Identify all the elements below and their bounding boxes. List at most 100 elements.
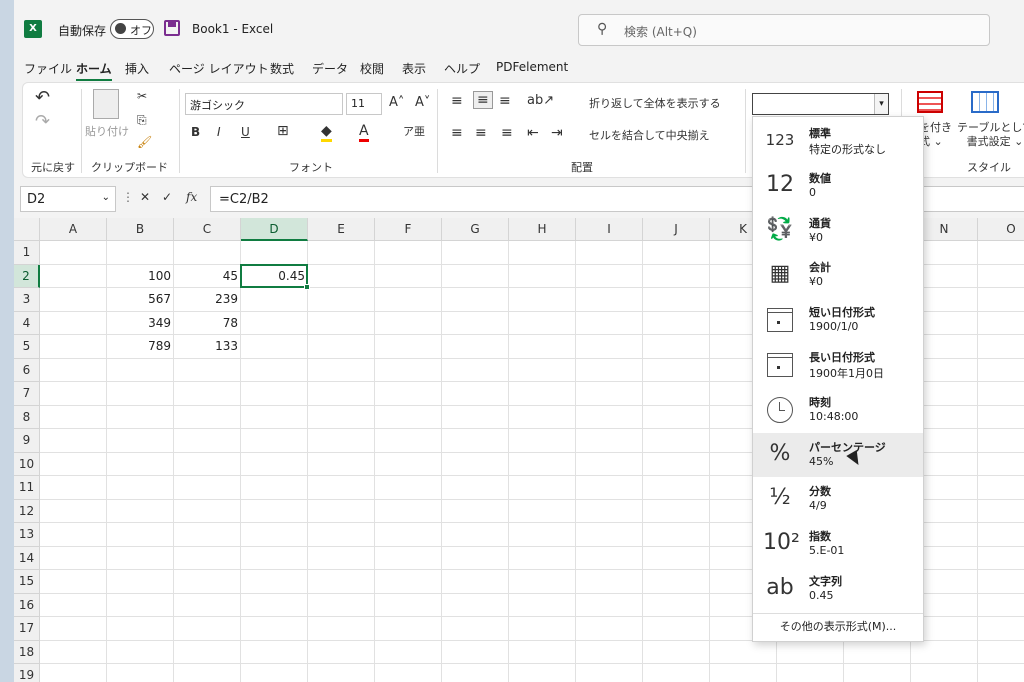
font-shrink-icon[interactable]: A˅ [415,95,430,110]
tab-home[interactable]: ホーム [76,60,112,81]
row-header-1[interactable]: 1 [14,241,40,265]
format-item-currency[interactable]: 💱 通貨 ¥0 [753,209,923,253]
column-header-a[interactable]: A [40,218,107,241]
format-painter-icon[interactable]: 🖌 [137,135,152,149]
column-header-j[interactable]: J [643,218,710,241]
format-item-time[interactable]: 時刻 10:48:00 [753,388,923,432]
chevron-down-icon[interactable]: ▾ [874,94,888,114]
tab-view[interactable]: 表示 [402,60,426,77]
row-header-2[interactable]: 2 [14,264,40,288]
tab-insert[interactable]: 挿入 [125,60,149,77]
format-item-general[interactable]: 123 標準 特定の形式なし [753,119,923,163]
row-header-16[interactable]: 16 [14,593,40,617]
row-header-10[interactable]: 10 [14,452,40,476]
tab-review[interactable]: 校閲 [360,60,384,77]
column-header-b[interactable]: B [107,218,174,241]
format-item-accounting[interactable]: ▦ 会計 ¥0 [753,253,923,297]
paste-icon[interactable] [93,89,119,119]
increase-indent-icon[interactable]: ⇥ [551,125,563,141]
enter-icon[interactable]: ✓ [162,190,172,204]
row-header-4[interactable]: 4 [14,311,40,335]
align-top-icon[interactable]: ≡ [451,93,463,109]
font-grow-icon[interactable]: A˄ [389,95,404,110]
autosave-toggle[interactable]: オフ [110,19,154,39]
format-item-percent[interactable]: % パーセンテージ 45% [753,432,923,477]
fill-color-icon[interactable]: ◆ [321,123,332,142]
row-header-14[interactable]: 14 [14,546,40,570]
cell-c3[interactable]: 239 [174,288,241,311]
cell-c4[interactable]: 78 [174,312,241,335]
row-header-5[interactable]: 5 [14,335,40,359]
orientation-icon[interactable]: ab↗ [527,93,554,108]
table-format-label[interactable]: テーブルとして 書式設定 ⌄ [957,121,1024,149]
wrap-text-button[interactable]: 折り返して全体を表示する [589,95,721,111]
tab-data[interactable]: データ [312,60,348,77]
align-center-icon[interactable]: ≡ [475,125,487,141]
border-icon[interactable]: ⊞ [277,123,289,139]
table-format-icon[interactable] [971,91,999,113]
column-header-h[interactable]: H [509,218,576,241]
bold-button[interactable]: B [191,125,200,139]
column-header-g[interactable]: G [442,218,509,241]
insert-function-button[interactable]: fx [186,190,197,204]
undo-icon[interactable]: ↶ [35,87,50,108]
row-header-6[interactable]: 6 [14,358,40,382]
cell-b4[interactable]: 349 [107,312,174,335]
row-header-17[interactable]: 17 [14,617,40,641]
align-bottom-icon[interactable]: ≡ [499,93,511,109]
align-right-icon[interactable]: ≡ [501,125,513,141]
tab-formulas[interactable]: 数式 [270,60,294,77]
row-header-11[interactable]: 11 [14,476,40,500]
format-item-number[interactable]: 12 数値 0 [753,164,923,208]
select-all-corner[interactable] [14,218,40,241]
tab-page-layout[interactable]: ページ レイアウト [169,60,269,77]
row-header-18[interactable]: 18 [14,640,40,664]
row-header-15[interactable]: 15 [14,570,40,594]
underline-button[interactable]: U [241,125,250,139]
search-input[interactable]: ⚲ 検索 (Alt+Q) [578,14,990,46]
cut-icon[interactable]: ✂ [137,89,147,103]
row-header-19[interactable]: 19 [14,664,40,682]
row-header-3[interactable]: 3 [14,288,40,312]
column-header-c[interactable]: C [174,218,241,241]
row-header-12[interactable]: 12 [14,499,40,523]
save-icon[interactable] [164,20,180,36]
row-header-13[interactable]: 13 [14,523,40,547]
column-header-i[interactable]: I [576,218,643,241]
phonetic-icon[interactable]: ア亜 [403,123,425,139]
merge-center-button[interactable]: セルを結合して中央揃え [589,127,710,143]
format-item-scientific[interactable]: 10² 指数 5.E-01 [753,522,923,566]
italic-button[interactable]: I [217,125,221,139]
align-middle-icon[interactable]: ≡ [473,91,493,109]
format-item-short-date[interactable]: 短い日付形式 1900/1/0 [753,298,923,342]
tab-file[interactable]: ファイル [24,60,72,77]
paste-label[interactable]: 貼り付け [85,123,129,139]
column-header-f[interactable]: F [375,218,442,241]
cell-b3[interactable]: 567 [107,288,174,311]
number-format-select[interactable]: ▾ [752,93,889,115]
tab-help[interactable]: ヘルプ [444,60,480,77]
row-header-9[interactable]: 9 [14,429,40,453]
format-item-text[interactable]: ab 文字列 0.45 [753,567,923,611]
align-left-icon[interactable]: ≡ [451,125,463,141]
column-header-o[interactable]: O [978,218,1024,241]
more-number-formats-link[interactable]: その他の表示形式(M)... [753,613,923,641]
font-size-select[interactable]: 11 [346,93,382,115]
format-item-fraction[interactable]: ½ 分数 4/9 [753,477,923,521]
conditional-format-icon[interactable] [917,91,943,113]
row-header-7[interactable]: 7 [14,382,40,406]
cell-c5[interactable]: 133 [174,335,241,358]
column-header-e[interactable]: E [308,218,375,241]
tab-pdfelement[interactable]: PDFelement [496,60,568,74]
decrease-indent-icon[interactable]: ⇤ [527,125,539,141]
cell-b2[interactable]: 100 [107,265,174,288]
redo-icon[interactable]: ↷ [35,111,50,132]
font-color-icon[interactable]: A [359,123,369,142]
column-header-d[interactable]: D [241,218,308,241]
row-header-8[interactable]: 8 [14,405,40,429]
name-box[interactable]: D2 ⌄ [20,186,116,212]
cell-b5[interactable]: 789 [107,335,174,358]
cell-c2[interactable]: 45 [174,265,241,288]
font-name-select[interactable]: 游ゴシック [185,93,343,115]
fill-handle[interactable] [304,284,310,290]
